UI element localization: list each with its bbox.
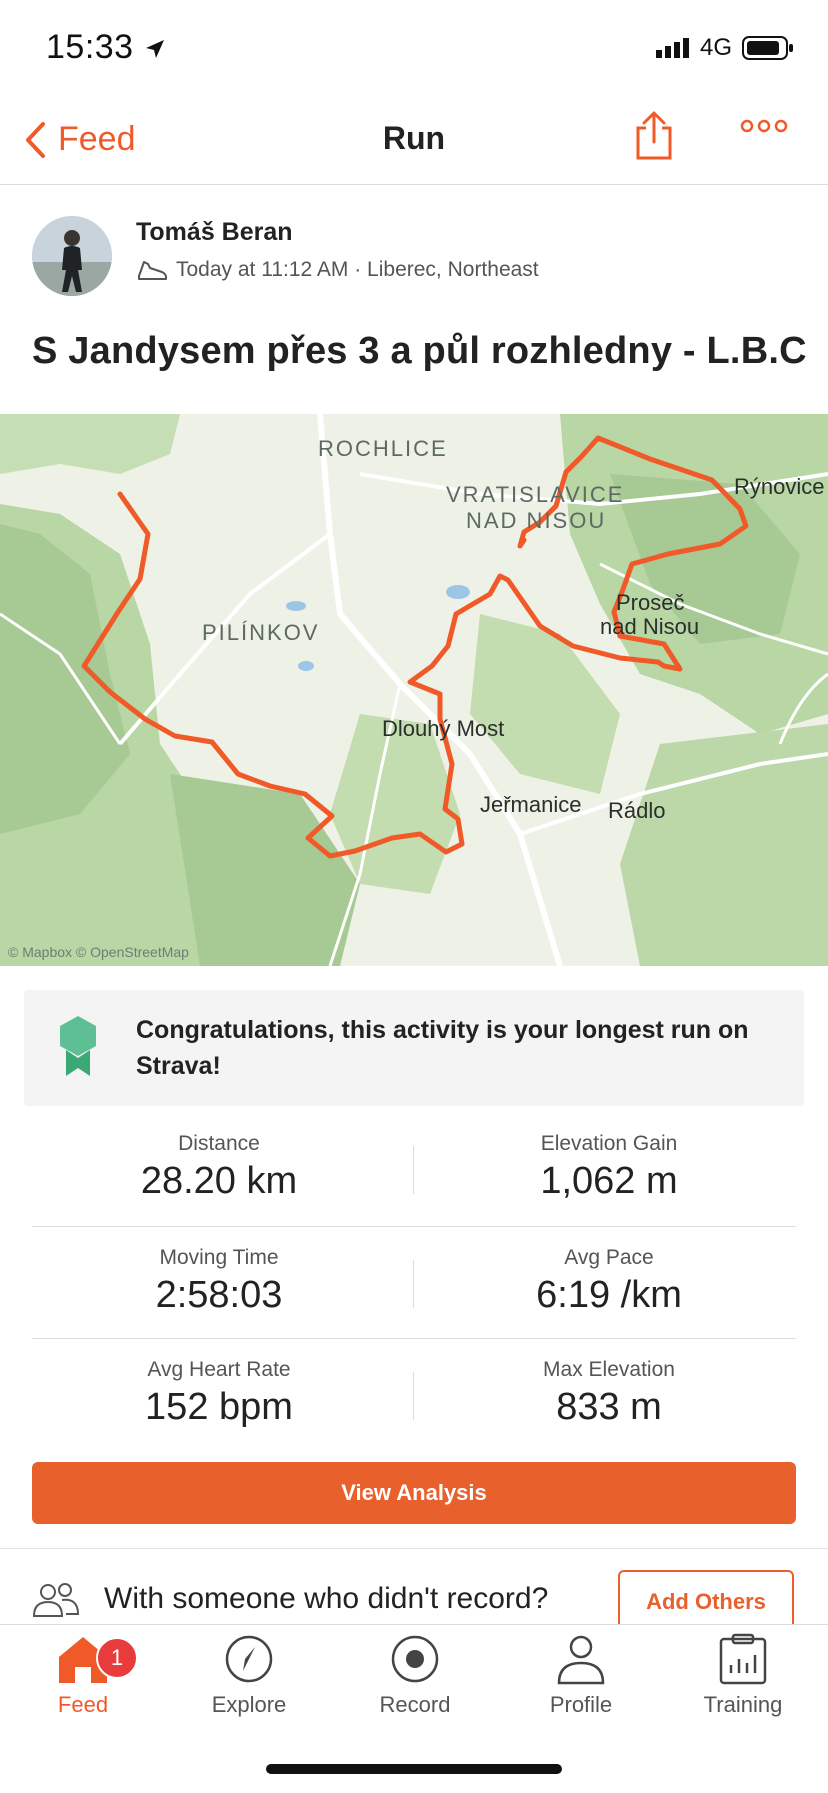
activity-meta-text: Today at 11:12 AM · Liberec, Northeast — [176, 258, 539, 281]
tab-explore-label: Explore — [211, 1692, 287, 1717]
map-attribution: © Mapbox © OpenStreetMap — [8, 944, 189, 960]
tab-explore[interactable]: Explore — [166, 1633, 332, 1718]
notification-badge: 1 — [96, 1637, 138, 1679]
nav-bar: Feed Run — [0, 92, 828, 185]
stat-avg-pace-label: Avg Pace — [564, 1246, 654, 1269]
tab-training-label: Training — [703, 1692, 783, 1717]
stat-moving-time: Moving Time 2:58:03 — [24, 1246, 414, 1317]
map-label-rynovice: Rýnovice — [734, 474, 825, 499]
medal-icon — [60, 1016, 96, 1076]
stat-max-elevation-value: 833 m — [556, 1386, 662, 1428]
home-indicator — [266, 1764, 562, 1774]
stat-elevation-gain: Elevation Gain 1,062 m — [414, 1132, 804, 1203]
page-title: Run — [382, 120, 446, 156]
athlete-photo-icon — [32, 216, 112, 296]
battery-icon — [742, 36, 793, 60]
stat-avg-pace-value: 6:19 /km — [536, 1274, 682, 1316]
more-button[interactable] — [740, 118, 788, 139]
map-terrain — [0, 414, 828, 966]
tab-feed[interactable]: Feed 1 — [0, 1633, 166, 1718]
activity-meta: Today at 11:12 AM · Liberec, Northeast — [136, 258, 539, 282]
share-button[interactable] — [632, 110, 676, 167]
signal-icon — [655, 38, 689, 58]
tab-training[interactable]: Training — [660, 1633, 826, 1718]
training-calendar-icon — [719, 1633, 767, 1685]
athlete-name[interactable]: Tomáš Beran — [136, 218, 293, 247]
section-divider — [0, 1548, 828, 1549]
location-arrow-icon — [145, 40, 164, 58]
map-label-rochlice: ROCHLICE — [318, 436, 448, 461]
map-label-vratislavice: VRATISLAVICE — [446, 482, 625, 507]
tab-profile[interactable]: Profile — [498, 1633, 664, 1718]
tab-record[interactable]: Record — [332, 1633, 498, 1718]
row-divider — [32, 1338, 796, 1339]
tab-profile-label: Profile — [549, 1692, 613, 1717]
map-label-prosec-nad-nisou: nad Nisou — [600, 614, 700, 639]
activity-title: S Jandysem přes 3 a půl rozhledny - L.B.… — [32, 330, 807, 372]
map-label-jermanice: Jeřmanice — [480, 792, 582, 817]
group-icon — [32, 1583, 80, 1617]
stat-avg-heart-rate-value: 152 bpm — [145, 1386, 293, 1428]
avatar[interactable] — [32, 216, 112, 296]
stat-distance-value: 28.20 km — [140, 1160, 298, 1202]
others-prompt: With someone who didn't record? — [104, 1582, 549, 1615]
map-label-dlouhy-most: Dlouhý Most — [382, 716, 505, 741]
map-label-nad-nisou: NAD NISOU — [466, 508, 607, 533]
stat-moving-time-value: 2:58:03 — [155, 1274, 283, 1316]
stat-max-elevation-label: Max Elevation — [543, 1358, 675, 1381]
tab-record-label: Record — [379, 1692, 451, 1717]
tab-feed-label: Feed — [57, 1692, 109, 1717]
shoe-icon — [138, 261, 167, 280]
map-label-prosec: Proseč — [616, 590, 685, 615]
profile-icon — [557, 1635, 605, 1685]
view-analysis-button[interactable]: View Analysis — [32, 1462, 796, 1524]
more-dots-icon — [740, 119, 788, 133]
stat-distance: Distance 28.20 km — [24, 1132, 414, 1203]
map-label-pilinkov: PILÍNKOV — [202, 620, 320, 645]
route-map[interactable]: ROCHLICE VRATISLAVICE NAD NISOU PILÍNKOV… — [0, 414, 828, 966]
achievement-text: Congratulations, this activity is your l… — [136, 1016, 749, 1080]
record-icon — [391, 1635, 439, 1683]
network-type: 4G — [699, 34, 732, 61]
map-label-radlo: Rádlo — [608, 798, 666, 823]
row-divider — [32, 1226, 796, 1227]
status-indicators: 4G — [655, 34, 794, 62]
stat-avg-heart-rate: Avg Heart Rate 152 bpm — [24, 1358, 414, 1429]
stat-elevation-gain-label: Elevation Gain — [540, 1132, 678, 1155]
stat-elevation-gain-value: 1,062 m — [540, 1160, 678, 1202]
share-icon — [636, 111, 672, 160]
stat-moving-time-label: Moving Time — [159, 1246, 279, 1269]
stat-avg-pace: Avg Pace 6:19 /km — [414, 1246, 804, 1317]
stat-max-elevation: Max Elevation 833 m — [414, 1358, 804, 1429]
compass-icon — [225, 1635, 273, 1683]
stat-avg-heart-rate-label: Avg Heart Rate — [147, 1358, 291, 1381]
status-time: 15:33 — [46, 28, 166, 67]
stat-distance-label: Distance — [178, 1132, 260, 1155]
achievement-banner: Congratulations, this activity is your l… — [24, 990, 804, 1106]
